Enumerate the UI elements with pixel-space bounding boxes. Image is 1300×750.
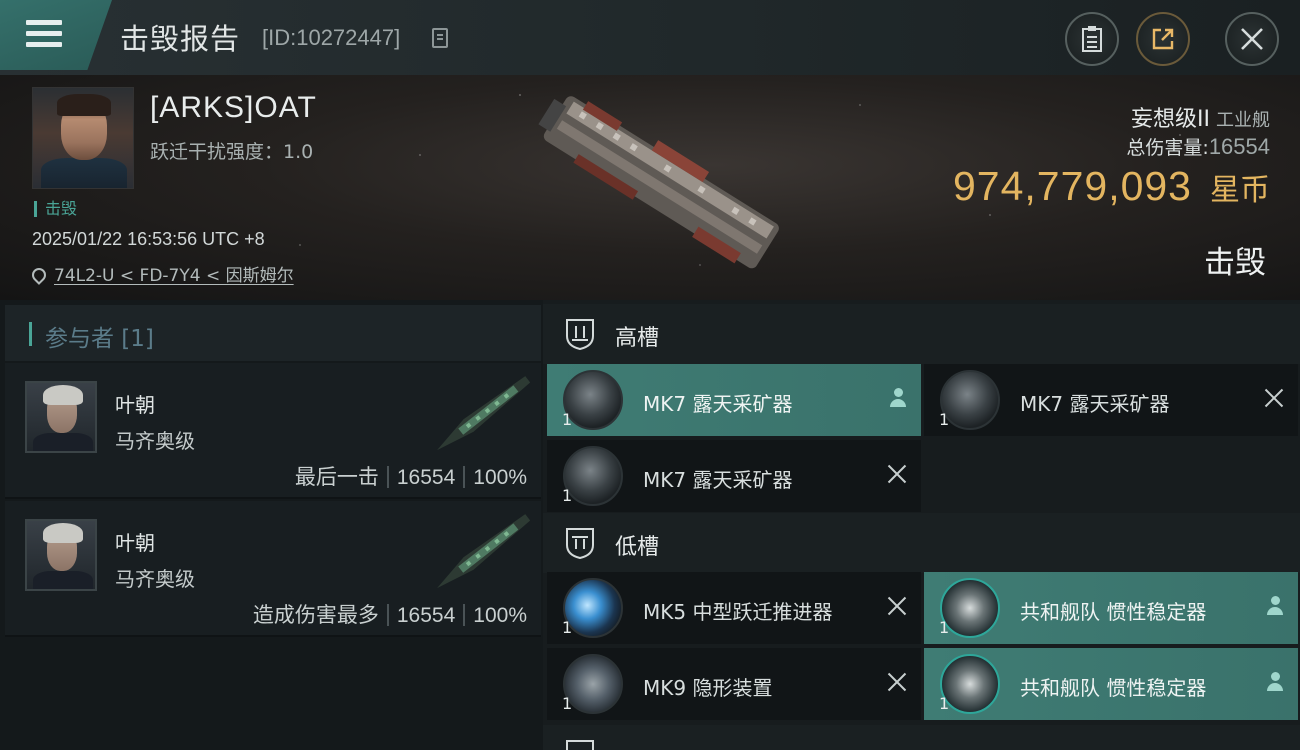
destroyed-x-icon [887, 672, 907, 692]
destroyed-x-icon [887, 596, 907, 616]
module-quantity: 1 [939, 410, 950, 429]
destroyed-x-icon [1264, 388, 1284, 408]
module-name: MK9 隐形装置 [643, 676, 773, 700]
participant-ship-image [437, 514, 531, 589]
share-button[interactable] [1136, 12, 1190, 66]
victim-name[interactable]: [ARKS]OAT [150, 91, 317, 125]
dropped-person-icon [1266, 596, 1284, 616]
low-slot-icon [566, 528, 594, 559]
participant-ship: 马齐奥级 [115, 567, 195, 591]
participant-row[interactable]: 叶朝 马齐奥级 造成伤害最多 16554 100% [5, 501, 541, 637]
participant-stats: 最后一击 16554 100% [295, 461, 527, 491]
module-name: MK5 中型跃迁推进器 [643, 600, 833, 624]
module-name: 共和舰队 惯性稳定器 [1020, 600, 1207, 624]
slot-icon [566, 740, 594, 750]
module-item[interactable]: 1 MK7 露天采矿器 [547, 440, 921, 512]
victim-avatar[interactable] [32, 87, 134, 189]
isk-unit: 星币 [1210, 173, 1270, 208]
low-slot-label: 低槽 [615, 535, 660, 560]
module-quantity: 1 [939, 618, 950, 637]
participant-tag: 造成伤害最多 [252, 603, 379, 627]
participant-percent: 100% [473, 604, 527, 627]
module-item[interactable]: 1 共和舰队 惯性稳定器 [924, 648, 1298, 720]
fitting-panel: 高槽 1 MK7 露天采矿器 1 MK7 露天采矿器 1 MK7 露天采矿器 低… [543, 300, 1300, 750]
ship-name[interactable]: 妄想级II [1131, 107, 1210, 132]
participant-tag: 最后一击 [294, 465, 379, 489]
participant-percent: 100% [473, 466, 527, 489]
dropped-person-icon [1266, 672, 1284, 692]
participant-damage: 16554 [396, 604, 456, 627]
isk-value: 974,779,093 星币 [953, 163, 1270, 210]
share-icon [1152, 28, 1174, 50]
page-title: 击毁报告 [120, 22, 241, 56]
victim-ship-image[interactable] [515, 93, 795, 273]
close-button[interactable] [1225, 12, 1279, 66]
warp-scramble-strength: 跃迁干扰强度：1.0 [150, 141, 314, 163]
module-item[interactable]: 1 MK5 中型跃迁推进器 [547, 572, 921, 644]
total-damage: 总伤害量:16554 [1126, 133, 1270, 160]
menu-icon [26, 20, 62, 48]
participant-name: 叶朝 [115, 531, 155, 555]
high-slot-icon [566, 319, 594, 350]
participant-stats: 造成伤害最多 16554 100% [253, 599, 527, 629]
module-quantity: 1 [562, 486, 573, 505]
kill-result: 击毁 [1204, 245, 1266, 281]
module-quantity: 1 [562, 618, 573, 637]
document-icon [1082, 26, 1102, 52]
close-icon [1241, 28, 1263, 50]
participant-name: 叶朝 [115, 393, 155, 417]
module-item[interactable]: 1 MK9 隐形装置 [547, 648, 921, 720]
location-link[interactable]: 74L2-U < FD-7Y4 < 因斯姆尔 [54, 266, 294, 286]
module-name: 共和舰队 惯性稳定器 [1020, 676, 1207, 700]
kill-datetime: 2025/01/22 16:53:56 UTC +8 [32, 229, 265, 249]
total-damage-value: 16554 [1208, 134, 1270, 159]
low-slot-header: 低槽 [543, 513, 1300, 573]
module-item[interactable]: 1 MK7 露天采矿器 [547, 364, 921, 436]
participants-header: 参与者 [1] [5, 305, 541, 361]
module-name: MK7 露天采矿器 [643, 468, 793, 492]
victim-ship-class: 妄想级II 工业舰 [1131, 101, 1270, 133]
victim-panel: [ARKS]OAT 跃迁干扰强度：1.0 击毁 2025/01/22 16:53… [0, 75, 1300, 300]
participant-ship-image [437, 376, 531, 451]
high-slot-label: 高槽 [615, 326, 660, 351]
menu-button[interactable] [0, 0, 112, 70]
location-pin-icon [29, 265, 49, 285]
isk-amount: 974,779,093 [952, 163, 1192, 209]
ship-type: 工业舰 [1216, 110, 1270, 131]
top-bar: 击毁报告 [ID:10272447] [0, 0, 1300, 75]
module-item[interactable]: 1 共和舰队 惯性稳定器 [924, 572, 1298, 644]
participants-title: 参与者 [1] [45, 326, 154, 352]
copy-icon[interactable] [432, 28, 448, 48]
kill-location[interactable]: 74L2-U < FD-7Y4 < 因斯姆尔 [29, 261, 294, 286]
high-slot-header: 高槽 [543, 304, 1300, 364]
module-quantity: 1 [562, 694, 573, 713]
participant-row[interactable]: 叶朝 马齐奥级 最后一击 16554 100% [5, 363, 541, 499]
module-item[interactable]: 1 MK7 露天采矿器 [924, 364, 1298, 436]
participant-avatar[interactable] [25, 381, 97, 453]
report-id: [ID:10272447] [262, 25, 401, 50]
module-name: MK7 露天采矿器 [643, 392, 793, 416]
module-quantity: 1 [562, 410, 573, 429]
module-quantity: 1 [939, 694, 950, 713]
participant-avatar[interactable] [25, 519, 97, 591]
participant-damage: 16554 [396, 466, 456, 489]
total-damage-label: 总伤害量: [1126, 137, 1209, 159]
next-slot-header [543, 725, 1300, 750]
module-name: MK7 露天采矿器 [1020, 392, 1170, 416]
document-button[interactable] [1065, 12, 1119, 66]
status-badge: 击毁 [34, 201, 77, 217]
dropped-person-icon [889, 388, 907, 408]
participants-panel: 参与者 [1] 叶朝 马齐奥级 最后一击 16554 100% 叶朝 马齐奥级 [0, 300, 543, 750]
destroyed-x-icon [887, 464, 907, 484]
participant-ship: 马齐奥级 [115, 429, 195, 453]
